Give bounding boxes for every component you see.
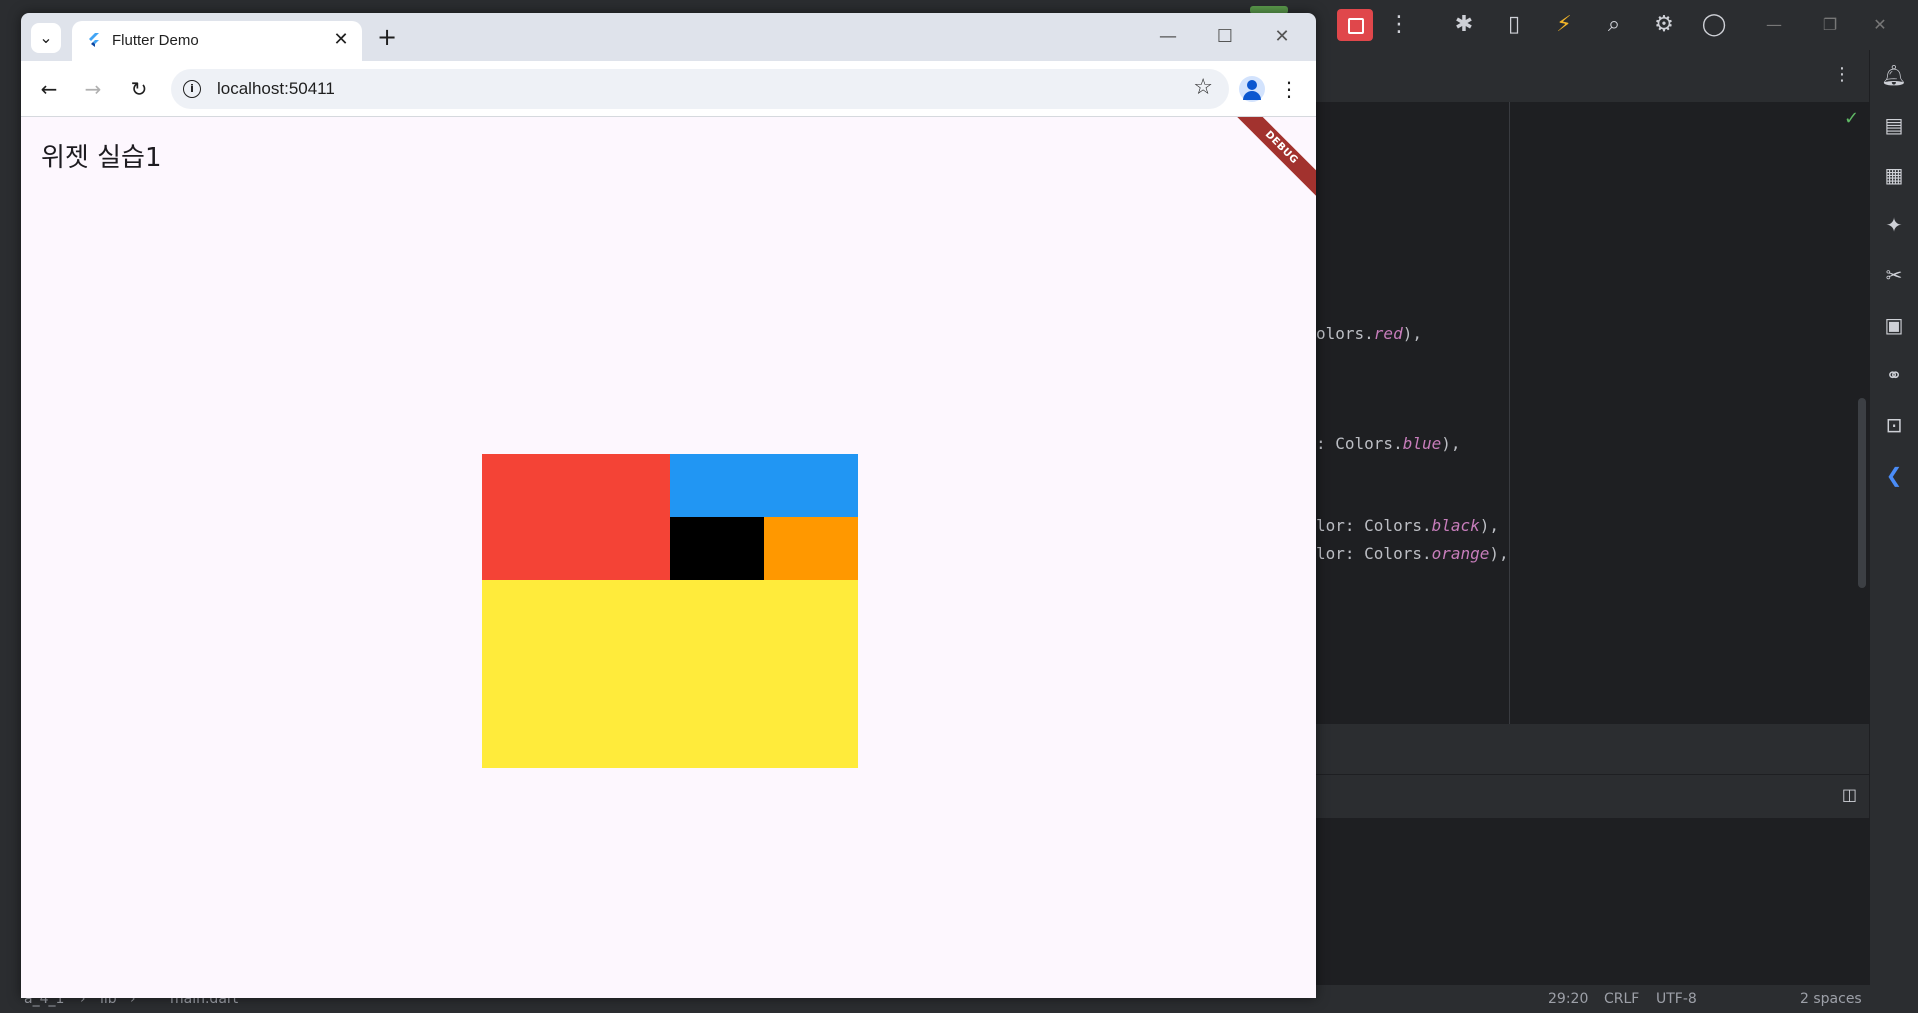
ide-restore-icon[interactable]: ❐ bbox=[1818, 13, 1842, 37]
flutter-icon[interactable]: ❮ bbox=[1881, 462, 1907, 488]
no-problems-icon: ✓ bbox=[1844, 108, 1860, 129]
status-encoding[interactable]: UTF-8 bbox=[1656, 991, 1697, 1007]
tool-window-header: ◫ bbox=[1316, 774, 1869, 819]
code-line: lor: Colors.orange), bbox=[1316, 544, 1509, 563]
hot-reload-icon[interactable]: ⚡ bbox=[1550, 11, 1578, 39]
editor-scrollbar[interactable] bbox=[1858, 398, 1866, 588]
page-title: 위젯 실습1 bbox=[41, 143, 162, 173]
code-line: lor: Colors.black), bbox=[1316, 516, 1500, 535]
url-text[interactable]: localhost:50411 bbox=[217, 79, 335, 99]
more-icon[interactable]: ⋮ bbox=[1385, 11, 1413, 39]
link-icon[interactable]: ⚭ bbox=[1881, 362, 1907, 388]
status-position[interactable]: 29:20 bbox=[1548, 991, 1588, 1007]
debug-icon[interactable]: ✱ bbox=[1450, 11, 1478, 39]
status-indent[interactable]: 2 spaces bbox=[1800, 991, 1862, 1007]
device-manager-icon[interactable]: ▤ bbox=[1881, 112, 1907, 138]
browser-window: ⌄ Flutter Demo ✕ + — ☐ ✕ ← → ↻ i localho… bbox=[21, 13, 1316, 998]
minimize-icon[interactable]: — bbox=[1153, 23, 1183, 51]
flutter-logo-icon bbox=[89, 33, 99, 47]
inspector-icon[interactable]: ⊡ bbox=[1881, 412, 1907, 438]
account-icon[interactable]: ◯ bbox=[1700, 11, 1728, 39]
yellow-box bbox=[482, 580, 858, 768]
orange-box bbox=[764, 517, 858, 580]
device-icon[interactable]: ▯ bbox=[1500, 11, 1528, 39]
debug-banner: DEBUG bbox=[1228, 117, 1316, 201]
code-editor[interactable] bbox=[1316, 102, 1869, 724]
tool-window-panel bbox=[1316, 818, 1869, 985]
editor-options-icon[interactable]: ⋮ bbox=[1833, 64, 1851, 85]
blue-box bbox=[670, 454, 858, 517]
notifications-icon[interactable]: 🔔︎ bbox=[1881, 62, 1907, 88]
tab-strip: ⌄ Flutter Demo ✕ + — ☐ ✕ bbox=[21, 13, 1316, 61]
maximize-icon[interactable]: ☐ bbox=[1210, 23, 1240, 51]
editor-breadcrumb-bar bbox=[1316, 724, 1869, 774]
tab-flutter-demo[interactable]: Flutter Demo ✕ bbox=[72, 21, 362, 61]
ide-left-strip bbox=[0, 50, 21, 985]
ide-close-icon[interactable]: ✕ bbox=[1868, 13, 1892, 37]
ide-right-strip: 🔔︎ ▤ ▦ ✦ ✂ ▣ ⚭ ⊡ ❮ bbox=[1869, 50, 1918, 985]
close-icon[interactable]: ✕ bbox=[330, 29, 352, 51]
forward-arrow-icon[interactable]: → bbox=[79, 75, 107, 103]
site-info-icon[interactable]: i bbox=[183, 80, 201, 98]
bookmark-star-icon[interactable]: ☆ bbox=[1193, 75, 1213, 100]
window-close-icon[interactable]: ✕ bbox=[1267, 23, 1297, 51]
ide-minimize-icon[interactable]: — bbox=[1762, 13, 1786, 37]
profile-avatar-icon[interactable] bbox=[1239, 76, 1265, 102]
code-line: olors.red), bbox=[1316, 324, 1422, 343]
flutter-app-page: 위젯 실습1 DEBUG bbox=[21, 117, 1316, 998]
stop-button[interactable] bbox=[1337, 9, 1373, 41]
tab-search-button[interactable]: ⌄ bbox=[31, 23, 61, 53]
image-icon[interactable]: ▣ bbox=[1881, 312, 1907, 338]
browser-menu-icon[interactable]: ⋮ bbox=[1277, 75, 1301, 103]
settings-icon[interactable]: ⚙ bbox=[1650, 11, 1678, 39]
address-bar[interactable]: i localhost:50411 ☆ bbox=[171, 69, 1229, 109]
new-tab-button[interactable]: + bbox=[373, 24, 401, 52]
tab-title: Flutter Demo bbox=[112, 32, 199, 49]
reload-icon[interactable]: ↻ bbox=[125, 75, 153, 103]
tools-icon[interactable]: ✂ bbox=[1881, 262, 1907, 288]
black-box bbox=[670, 517, 764, 580]
editor-guide-line bbox=[1509, 102, 1510, 724]
layout-icon[interactable]: ◫ bbox=[1842, 785, 1857, 804]
chevron-down-icon: ⌄ bbox=[39, 28, 53, 47]
clipboard-icon[interactable]: ▦ bbox=[1881, 162, 1907, 188]
back-arrow-icon[interactable]: ← bbox=[35, 75, 63, 103]
browser-toolbar: ← → ↻ i localhost:50411 ☆ ⋮ bbox=[21, 61, 1316, 117]
editor-header: ⋮ bbox=[1316, 50, 1869, 103]
status-line-ending[interactable]: CRLF bbox=[1604, 991, 1639, 1007]
red-box bbox=[482, 454, 670, 580]
ai-assistant-icon[interactable]: ✦ bbox=[1881, 212, 1907, 238]
search-icon[interactable]: ⌕ bbox=[1600, 11, 1628, 39]
code-line: : Colors.blue), bbox=[1316, 434, 1461, 453]
